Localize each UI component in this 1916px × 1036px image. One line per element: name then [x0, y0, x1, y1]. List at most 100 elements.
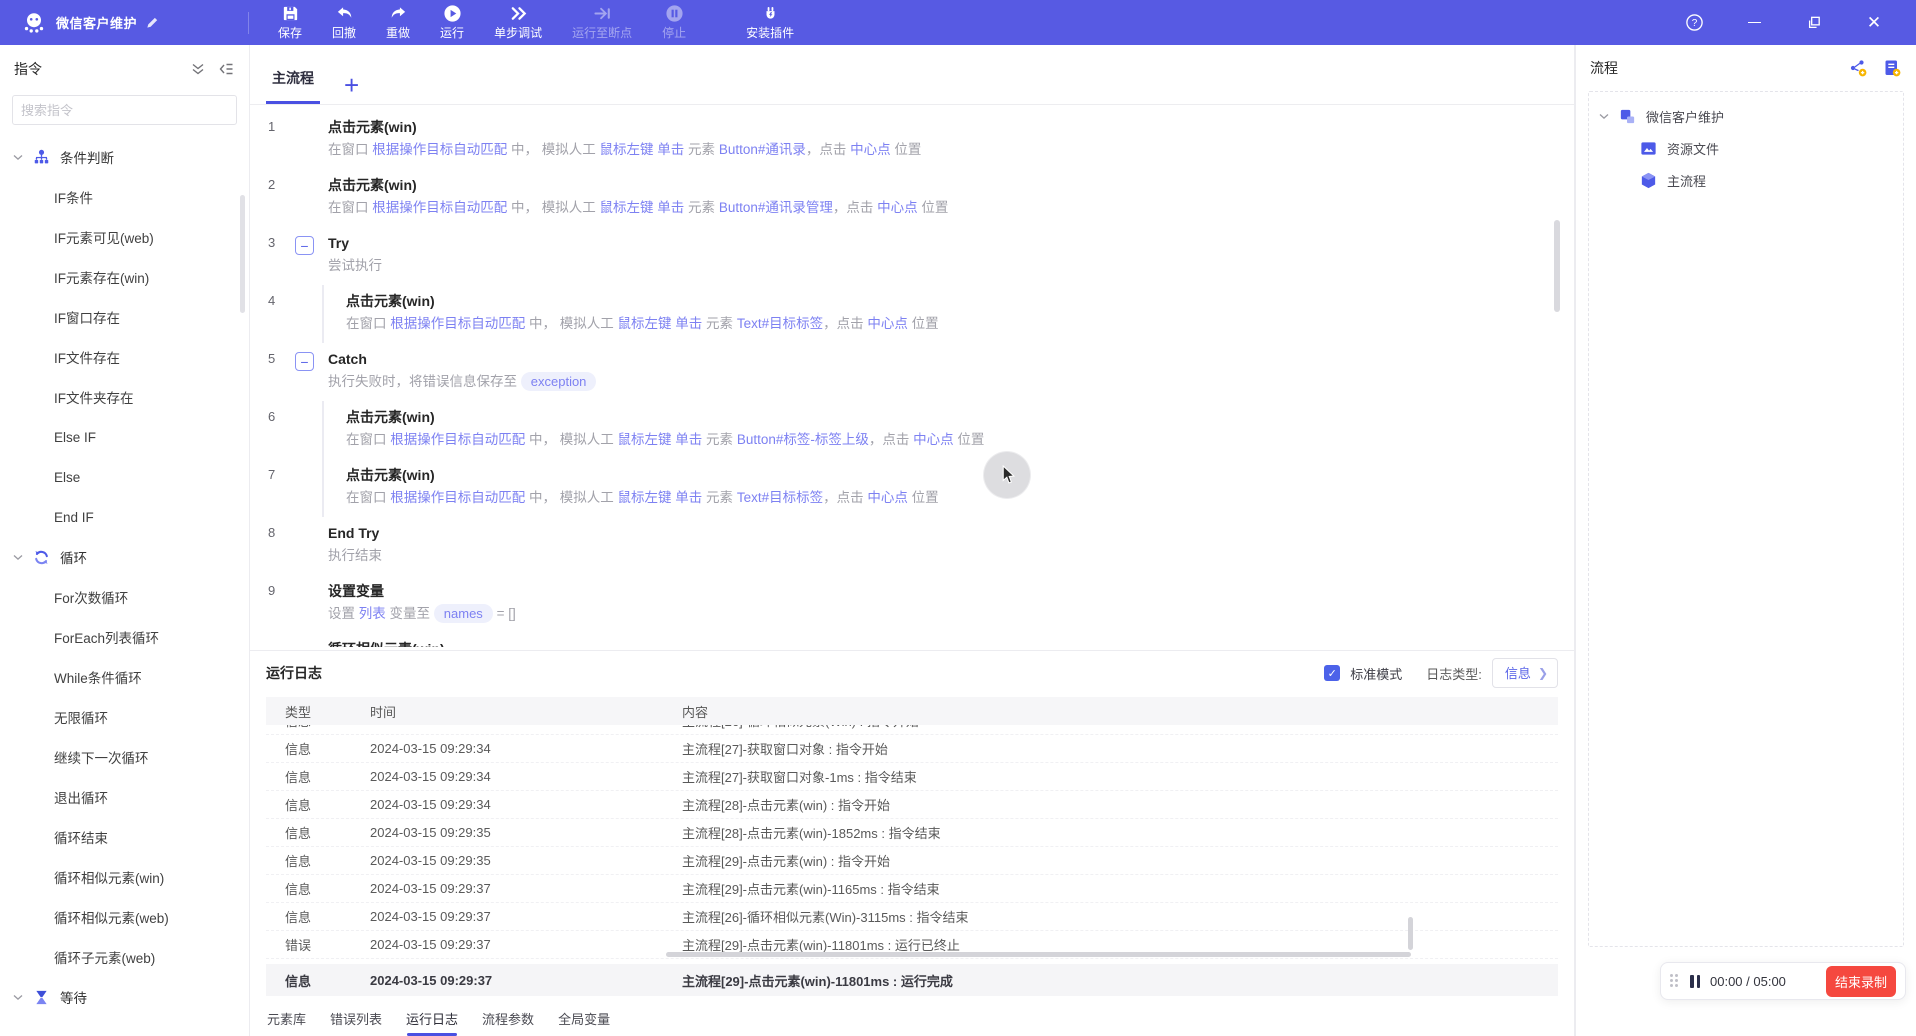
sidebar-command-item[interactable]: 循环子元素(web) [0, 937, 249, 977]
flow-step[interactable]: − 循环相似元素(win) [250, 633, 1574, 647]
flow-step[interactable]: 3 − Try 尝试执行 [250, 227, 1574, 285]
param-link[interactable]: Text#目标标签 [737, 490, 823, 505]
collapse-panel-icon[interactable] [218, 61, 235, 77]
bottom-tab-运行日志[interactable]: 运行日志 [406, 1009, 458, 1036]
sidebar-command-item[interactable]: IF元素存在(win) [0, 257, 249, 297]
sidebar-command-item[interactable]: 无限循环 [0, 697, 249, 737]
param-link[interactable]: 鼠标左键 单击 [600, 200, 685, 215]
flow-step[interactable]: 1 − 点击元素(win) 在窗口 根据操作目标自动匹配 中， 模拟人工 鼠标左… [250, 111, 1574, 169]
stop-recording-button[interactable]: 结束录制 [1825, 965, 1896, 997]
param-link[interactable]: 根据操作目标自动匹配 [372, 200, 507, 215]
help-button[interactable]: ? [1684, 13, 1704, 33]
param-link[interactable]: 根据操作目标自动匹配 [372, 142, 507, 157]
bottom-tab-元素库[interactable]: 元素库 [267, 1009, 306, 1028]
bottom-tab-全局变量[interactable]: 全局变量 [558, 1009, 610, 1028]
log-row[interactable]: 信息 2024-03-15 09:29:37 主流程[29]-点击元素(win)… [266, 875, 1558, 903]
sidebar-command-item[interactable]: 循环相似元素(win) [0, 857, 249, 897]
tab-main-flow[interactable]: 主流程 [266, 68, 320, 104]
step-debug-button[interactable]: 单步调试 [479, 1, 557, 44]
flow-step[interactable]: 6 − 点击元素(win) 在窗口 根据操作目标自动匹配 中， 模拟人工 鼠标左… [250, 401, 1574, 459]
flow-scrollbar[interactable] [1554, 220, 1560, 312]
log-row[interactable]: 信息 2024-03-15 09:29:35 主流程[28]-点击元素(win)… [266, 819, 1558, 847]
add-subflow-icon[interactable] [1848, 58, 1868, 78]
param-link[interactable]: 鼠标左键 单击 [618, 316, 703, 331]
minimize-button[interactable] [1744, 13, 1764, 33]
tree-node-main-flow[interactable]: 主流程 [1595, 164, 1897, 196]
tree-node-project[interactable]: 微信客户维护 [1595, 100, 1897, 132]
sidebar-command-item[interactable]: For次数循环 [0, 577, 249, 617]
chevron-down-icon[interactable] [1599, 113, 1609, 120]
log-row[interactable]: 信息 2024-03-15 09:29:34 主流程[27]-获取窗口对象-1m… [266, 763, 1558, 791]
flow-step[interactable]: 9 − 设置变量 设置 列表 变量至 names = [] [250, 575, 1574, 633]
redo-button[interactable]: 重做 [371, 1, 425, 44]
log-row-latest[interactable]: 信息 2024-03-15 09:29:37 主流程[29]-点击元素(win)-1… [266, 964, 1558, 996]
sidebar-scrollbar[interactable] [240, 195, 245, 313]
param-link[interactable]: 根据操作目标自动匹配 [390, 490, 525, 505]
flow-step[interactable]: 7 − 点击元素(win) 在窗口 根据操作目标自动匹配 中， 模拟人工 鼠标左… [250, 459, 1574, 517]
sidebar-command-item[interactable]: End IF [0, 497, 249, 537]
collapse-all-icon[interactable] [190, 61, 206, 77]
param-link[interactable]: 鼠标左键 单击 [618, 490, 703, 505]
param-link[interactable]: 中心点 [913, 432, 954, 447]
bottom-tab-流程参数[interactable]: 流程参数 [482, 1009, 534, 1028]
param-link[interactable]: 根据操作目标自动匹配 [390, 316, 525, 331]
flow-step[interactable]: 4 − 点击元素(win) 在窗口 根据操作目标自动匹配 中， 模拟人工 鼠标左… [250, 285, 1574, 343]
sidebar-command-item[interactable]: ForEach列表循环 [0, 617, 249, 657]
flow-step[interactable]: 5 − Catch 执行失败时，将错误信息保存至 exception [250, 343, 1574, 401]
save-button[interactable]: 保存 [263, 1, 317, 44]
param-link[interactable]: 中心点 [850, 142, 891, 157]
sidebar-group-wait[interactable]: 等待 [0, 977, 249, 1017]
log-row[interactable]: 信息 2024-03-15 09:29:34 主流程[28]-点击元素(win)… [266, 791, 1558, 819]
param-link[interactable]: Button#通讯录管理 [719, 200, 833, 215]
param-link[interactable]: 鼠标左键 单击 [600, 142, 685, 157]
param-link[interactable]: Text#目标标签 [737, 316, 823, 331]
sidebar-group-conditions[interactable]: 条件判断 [0, 137, 249, 177]
flow-step[interactable]: 2 − 点击元素(win) 在窗口 根据操作目标自动匹配 中， 模拟人工 鼠标左… [250, 169, 1574, 227]
param-link[interactable]: 鼠标左键 单击 [618, 432, 703, 447]
log-row[interactable]: 信息 2024-03-15 09:29:34 主流程[26]-循环相似元素(Wi… [266, 725, 1558, 735]
log-horizontal-scrollbar[interactable] [666, 952, 1411, 957]
run-button[interactable]: 运行 [425, 1, 479, 44]
sidebar-command-item[interactable]: 退出循环 [0, 777, 249, 817]
sidebar-command-item[interactable]: IF窗口存在 [0, 297, 249, 337]
variable-pill[interactable]: names [433, 604, 493, 623]
log-row[interactable]: 信息 2024-03-15 09:29:34 主流程[27]-获取窗口对象 : … [266, 735, 1558, 763]
log-vertical-scrollbar[interactable] [1408, 917, 1413, 950]
pause-recording-button[interactable] [1690, 974, 1700, 988]
sidebar-command-item[interactable]: IF文件夹存在 [0, 377, 249, 417]
param-link[interactable]: Button#通讯录 [719, 142, 806, 157]
variable-pill[interactable]: exception [520, 372, 597, 391]
param-link[interactable]: 中心点 [877, 200, 918, 215]
add-resource-icon[interactable] [1882, 58, 1902, 78]
bottom-tab-错误列表[interactable]: 错误列表 [330, 1009, 382, 1028]
param-link[interactable]: Button#标签-标签上级 [737, 432, 869, 447]
restore-button[interactable] [1804, 13, 1824, 33]
log-row[interactable]: 信息 2024-03-15 09:29:35 主流程[29]-点击元素(win)… [266, 847, 1558, 875]
sidebar-group-loops[interactable]: 循环 [0, 537, 249, 577]
sidebar-command-item[interactable]: IF条件 [0, 177, 249, 217]
close-button[interactable]: ✕ [1864, 13, 1884, 33]
param-link[interactable]: 中心点 [867, 316, 908, 331]
param-link[interactable]: 中心点 [867, 490, 908, 505]
flow-step[interactable]: 8 − End Try 执行结束 [250, 517, 1574, 575]
sidebar-command-item[interactable]: While条件循环 [0, 657, 249, 697]
sidebar-command-item[interactable]: 继续下一次循环 [0, 737, 249, 777]
param-link[interactable]: 列表 [359, 606, 386, 621]
sidebar-command-item[interactable]: 循环结束 [0, 817, 249, 857]
drag-handle-icon[interactable] [1670, 973, 1680, 989]
log-type-select[interactable]: 信息 ❯ [1491, 658, 1558, 688]
sidebar-command-item[interactable]: IF文件存在 [0, 337, 249, 377]
add-tab-button[interactable]: + [320, 72, 359, 104]
tree-node-resources[interactable]: 资源文件 [1595, 132, 1897, 164]
sidebar-command-item[interactable]: Else [0, 457, 249, 497]
collapse-block-button[interactable]: − [295, 352, 314, 371]
sidebar-command-item[interactable]: Else IF [0, 417, 249, 457]
param-link[interactable]: 根据操作目标自动匹配 [390, 432, 525, 447]
sidebar-command-item[interactable]: 循环相似元素(web) [0, 897, 249, 937]
install-plugin-button[interactable]: 安装插件 [731, 1, 809, 44]
undo-button[interactable]: 回撤 [317, 1, 371, 44]
standard-mode-checkbox[interactable]: ✓ [1324, 665, 1341, 681]
edit-title-icon[interactable] [145, 15, 160, 30]
search-input[interactable] [21, 102, 228, 118]
log-row[interactable]: 信息 2024-03-15 09:29:37 主流程[26]-循环相似元素(Wi… [266, 903, 1558, 931]
